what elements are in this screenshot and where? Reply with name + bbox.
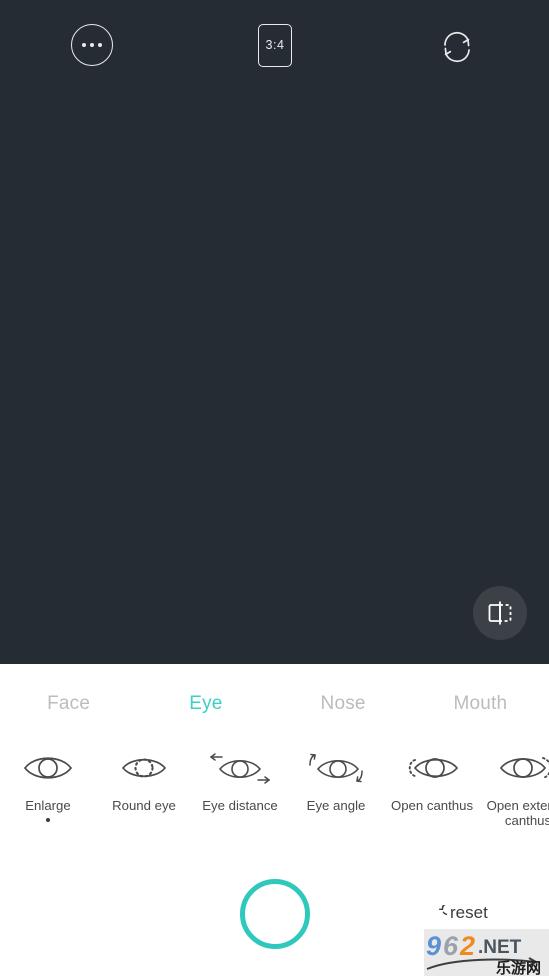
tool-label: Round eye: [112, 798, 176, 813]
tool-enlarge[interactable]: Enlarge: [0, 740, 96, 822]
more-options-button[interactable]: [70, 23, 114, 67]
tab-nose[interactable]: Nose: [275, 693, 412, 715]
svg-text:.NET: .NET: [478, 937, 522, 958]
shutter-button[interactable]: [240, 879, 310, 949]
svg-text:2: 2: [459, 931, 475, 961]
dot-icon: [90, 43, 94, 47]
app-root: 3:4 Face Eye Nose Mouth Enlarge Round ey…: [0, 0, 549, 976]
svg-text:9: 9: [426, 931, 441, 961]
selection-indicator: [46, 818, 50, 822]
svg-text:乐游网: 乐游网: [496, 959, 541, 976]
eye-enlarge-icon: [17, 740, 79, 796]
aspect-ratio-label: 3:4: [258, 23, 292, 67]
dot-icon: [98, 43, 102, 47]
eye-angle-icon: [302, 740, 370, 796]
tool-eye-distance[interactable]: Eye distance: [192, 740, 288, 822]
tool-label: Eye angle: [306, 798, 366, 813]
tab-face[interactable]: Face: [0, 693, 137, 715]
tool-label: Eye distance: [202, 798, 278, 813]
eye-open-external-canthus-icon: [493, 740, 549, 796]
switch-camera-icon: [444, 31, 470, 63]
tool-label: Open external canthus: [486, 798, 549, 828]
more-options-icon: [71, 24, 113, 66]
tool-round-eye[interactable]: Round eye: [96, 740, 192, 822]
mirror-toggle-button[interactable]: [473, 586, 527, 640]
tool-label: Open canthus: [390, 798, 474, 813]
tool-open-canthus[interactable]: Open canthus: [384, 740, 480, 822]
tool-label: Enlarge: [25, 798, 71, 813]
eye-tool-list: Enlarge Round eye Eye distance Eye angle…: [0, 740, 549, 837]
eye-open-canthus-icon: [399, 740, 465, 796]
watermark-logo: 9 6 2 .NET 乐游网: [424, 929, 549, 976]
feature-tabs: Face Eye Nose Mouth: [0, 680, 549, 728]
aspect-ratio-button[interactable]: 3:4: [258, 23, 292, 67]
mirror-icon: [488, 601, 512, 625]
watermark: 9 6 2 .NET 乐游网: [424, 929, 549, 976]
camera-viewfinder[interactable]: 3:4: [0, 0, 549, 664]
switch-camera-button[interactable]: [434, 22, 480, 68]
top-toolbar: 3:4: [0, 0, 549, 92]
reset-label: reset: [450, 903, 488, 922]
eye-distance-icon: [206, 740, 274, 796]
reset-button[interactable]: reset: [430, 903, 488, 923]
tool-eye-angle[interactable]: Eye angle: [288, 740, 384, 822]
tab-mouth[interactable]: Mouth: [412, 693, 549, 715]
svg-text:6: 6: [443, 931, 459, 961]
tool-open-external-canthus[interactable]: Open external canthus: [480, 740, 549, 837]
eye-round-icon: [113, 740, 175, 796]
tab-eye[interactable]: Eye: [137, 693, 274, 715]
dot-icon: [82, 43, 86, 47]
reset-icon: [438, 904, 447, 915]
